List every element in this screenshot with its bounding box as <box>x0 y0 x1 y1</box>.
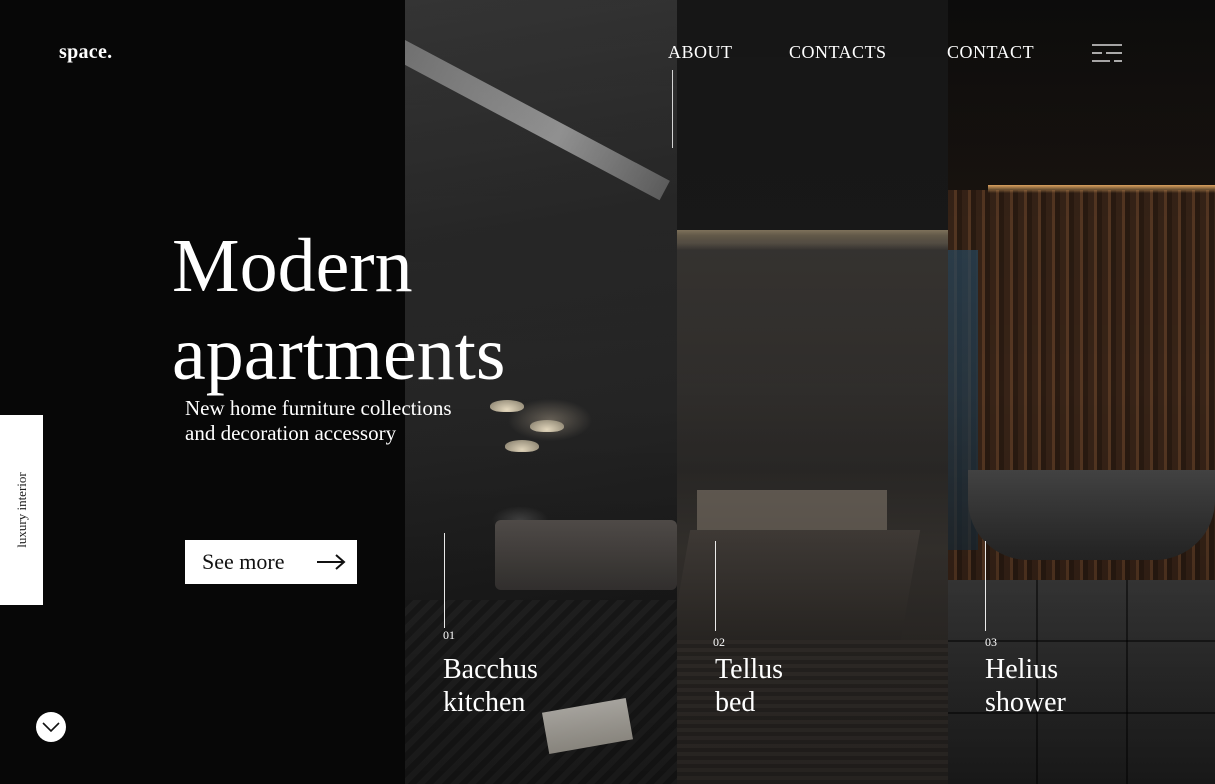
arrow-right-icon <box>317 554 346 570</box>
panel-caption-2[interactable]: Tellus bed <box>715 653 783 719</box>
logo[interactable]: space. <box>59 41 112 64</box>
panel-caption-3[interactable]: Helius shower <box>985 653 1066 719</box>
hero-title: Modern apartments <box>172 222 505 398</box>
panel-caption-2-line2: bed <box>715 687 756 718</box>
menu-icon[interactable] <box>1092 44 1122 62</box>
chevron-down-icon <box>42 722 60 733</box>
panel-caption-1[interactable]: Bacchus kitchen <box>443 653 538 719</box>
panel-caption-1-line2: kitchen <box>443 687 526 718</box>
panel-number-1: 01 <box>443 628 455 642</box>
panel-caption-3-line1: Helius <box>985 654 1059 685</box>
nav-contact[interactable]: CONTACT <box>947 42 1034 63</box>
hero-title-line1: Modern <box>172 224 413 308</box>
nav-about[interactable]: ABOUT <box>668 42 733 63</box>
see-more-button[interactable]: See more <box>185 540 357 584</box>
panel-number-2: 02 <box>713 635 725 649</box>
caption-line-1 <box>444 533 445 628</box>
caption-line-3 <box>985 541 986 631</box>
panel-caption-2-line1: Tellus <box>715 654 784 685</box>
panel-caption-3-line2: shower <box>985 687 1066 718</box>
side-tab-label: luxury interior <box>13 472 29 548</box>
scroll-down-button[interactable] <box>36 712 66 742</box>
caption-line-2 <box>715 541 716 631</box>
see-more-label: See more <box>202 549 285 574</box>
hero-title-line2: apartments <box>172 312 506 396</box>
panel-caption-1-line1: Bacchus <box>443 654 538 685</box>
side-tab[interactable]: luxury interior <box>0 415 43 605</box>
pendant-wire-line <box>672 70 673 148</box>
nav-contacts[interactable]: CONTACTS <box>789 42 887 63</box>
hero-subtitle: New home furniture collections and decor… <box>185 396 452 445</box>
panel-number-3: 03 <box>985 635 997 649</box>
